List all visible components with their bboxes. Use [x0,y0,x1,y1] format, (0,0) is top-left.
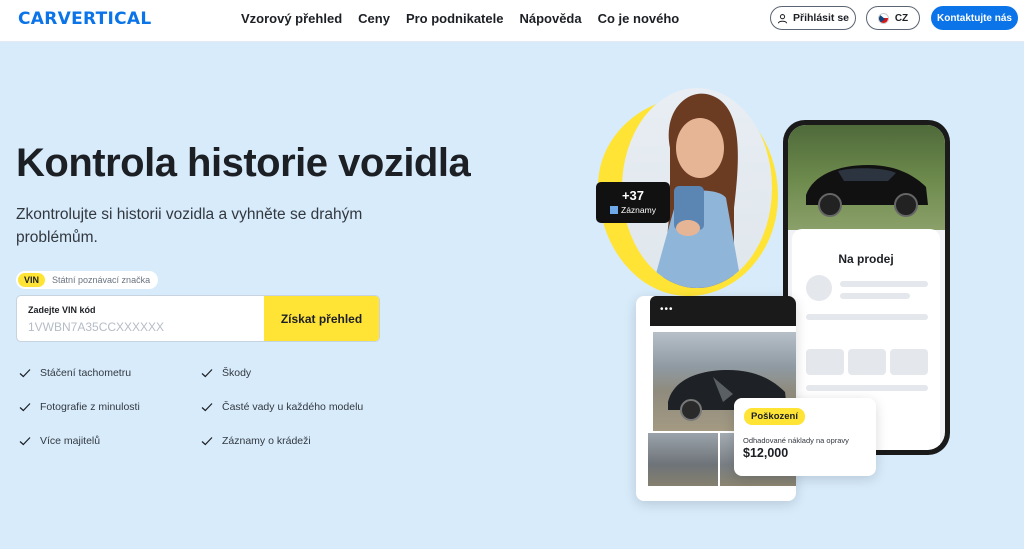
feature-label: Fotografie z minulosti [40,401,140,413]
login-label: Přihlásit se [792,12,850,24]
vin-search-box: Zadejte VIN kód Získat přehled [16,295,380,342]
more-icon: ••• [660,304,674,315]
nav-link-sample-report[interactable]: Vzorový přehled [241,11,342,27]
for-sale-title: Na prodej [838,252,894,266]
language-label: CZ [894,12,909,24]
feature-item: Stáčení tachometru [19,367,131,379]
check-icon [201,369,213,378]
image-placeholder [890,349,928,375]
estimate-label: Odhadované náklady na opravy [743,436,849,445]
feature-label: Časté vady u každého modelu [222,401,364,413]
main-nav: Vzorový přehled Ceny Pro podnikatele Náp… [241,11,695,27]
feature-label: Více majitelů [40,435,101,447]
toggle-option-plate[interactable]: Státní poznávací značka [52,275,150,285]
toggle-option-vin[interactable]: VIN [18,273,46,287]
damaged-car-photo-small [648,433,718,486]
estimate-amount: $12,000 [743,446,789,460]
image-placeholder [806,349,844,375]
feature-item: Více majitelů [19,435,100,447]
damage-tag: Poškození [744,408,805,425]
nav-link-help[interactable]: Nápověda [519,11,581,27]
nav-link-business[interactable]: Pro podnikatele [406,11,504,27]
site-header: CARVERTICAL Vzorový přehled Ceny Pro pod… [0,0,1024,42]
page-title: Kontrola historie vozidla [16,141,471,185]
check-icon [201,403,213,412]
vin-input[interactable] [28,320,258,334]
records-icon [610,206,619,214]
check-icon [19,403,31,412]
car-photo [788,125,945,230]
text-placeholder [840,293,910,299]
text-placeholder [806,385,928,391]
czech-flag-icon [877,12,889,24]
nav-link-pricing[interactable]: Ceny [358,11,390,27]
text-placeholder [806,314,928,320]
check-icon [201,437,213,446]
image-placeholder [848,349,886,375]
feature-item: Časté vady u každého modelu [201,401,363,413]
search-type-toggle[interactable]: VIN Státní poznávací značka [16,271,159,289]
contact-button[interactable]: Kontaktujte nás [931,6,1018,30]
check-icon [19,437,31,446]
nav-link-whats-new[interactable]: Co je nového [598,11,680,27]
feature-item: Škody [201,367,251,379]
check-icon [19,369,31,378]
records-badge: +37 Záznamy [596,182,670,223]
carvertical-logo[interactable]: CARVERTICAL [18,9,152,29]
feature-item: Záznamy o krádeži [201,435,311,447]
feature-label: Záznamy o krádeži [222,435,311,447]
login-button[interactable]: Přihlásit se [770,6,856,30]
feature-item: Fotografie z minulosti [19,401,140,413]
language-selector[interactable]: CZ [866,6,920,30]
feature-label: Škody [222,367,252,379]
user-icon [777,13,788,23]
vin-input-label: Zadejte VIN kód [28,305,96,315]
text-placeholder [840,281,928,287]
avatar-placeholder [806,275,832,301]
hero-subtitle: Zkontrolujte si historii vozidla a vyhně… [16,206,363,246]
records-label: Záznamy [621,205,656,215]
get-report-button[interactable]: Získat přehled [264,296,379,341]
records-count: +37 [621,188,645,203]
feature-label: Stáčení tachometru [40,367,132,379]
damage-estimate-card: Poškození Odhadované náklady na opravy $… [734,398,876,476]
